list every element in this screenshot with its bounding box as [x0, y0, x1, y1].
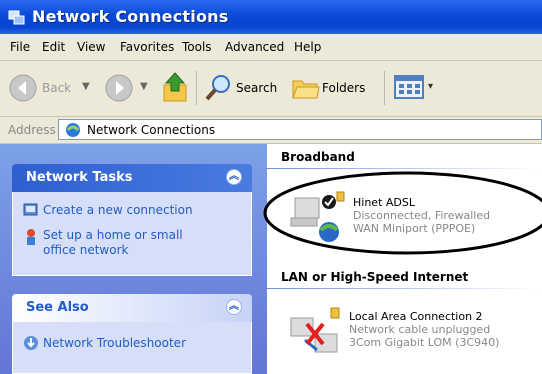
network-connections-icon — [8, 10, 25, 25]
connection-name: Hinet ADSL — [353, 196, 415, 209]
menu-edit[interactable]: Edit — [42, 40, 65, 54]
window-title: Network Connections — [32, 7, 229, 26]
collapse-chevron-icon[interactable]: ︽ — [226, 169, 242, 185]
setup-home-network-link[interactable]: Set up a home or small office network — [43, 228, 183, 258]
folders-label: Folders — [322, 81, 366, 95]
network-troubleshooter-link[interactable]: Network Troubleshooter — [43, 336, 186, 351]
folders-button[interactable]: Folders — [290, 73, 365, 106]
views-dropdown-icon[interactable]: ▾ — [428, 81, 433, 92]
forward-dropdown-icon[interactable]: ▼ — [140, 81, 148, 92]
menu-tools[interactable]: Tools — [182, 40, 212, 54]
address-field[interactable]: Network Connections — [58, 119, 542, 140]
group-divider — [267, 288, 542, 289]
connection-details: Local Area Connection 2 Network cable un… — [349, 310, 499, 349]
views-button[interactable] — [394, 75, 424, 102]
connection-item[interactable]: Hinet ADSL Disconnected, Firewalled WAN … — [267, 174, 542, 254]
task-line: Set up a home or small — [43, 228, 183, 242]
create-connection-link[interactable]: Create a new connection — [43, 203, 193, 218]
menu-file[interactable]: File — [10, 40, 30, 54]
address-label: Address — [8, 123, 56, 137]
home-network-icon — [27, 229, 35, 245]
broadband-connection-icon — [290, 191, 345, 242]
task-pane: Network Tasks ︽ Create a new connection … — [0, 144, 267, 374]
back-dropdown-icon[interactable]: ▼ — [82, 81, 90, 92]
search-label: Search — [236, 81, 278, 95]
toolbar-separator — [384, 71, 385, 105]
connection-name: Local Area Connection 2 — [349, 310, 483, 323]
connection-status: Disconnected, Firewalled — [353, 209, 491, 222]
network-tasks-header[interactable]: Network Tasks ︽ — [12, 164, 252, 192]
network-tasks-title: Network Tasks — [26, 170, 133, 185]
connection-status: Network cable unplugged — [349, 323, 491, 336]
forward-arrow-icon — [105, 74, 133, 102]
group-header-lan: LAN or High-Speed Internet — [281, 270, 469, 284]
connections-list: Broadband Hinet ADSL Disconnected, Firew… — [267, 144, 542, 374]
search-button[interactable]: Search — [204, 73, 277, 106]
troubleshooter-icon — [24, 336, 38, 350]
search-icon — [205, 75, 230, 101]
network-tasks-body: Create a new connection Set up a home or… — [12, 192, 252, 276]
views-icon — [394, 75, 424, 99]
see-also-body: Network Troubleshooter — [12, 322, 252, 374]
back-label: Back — [42, 81, 72, 95]
connection-device: 3Com Gigabit LOM (3C940) — [349, 336, 500, 349]
see-also-title: See Also — [26, 300, 89, 315]
toolbar-separator — [196, 71, 197, 105]
forward-button[interactable] — [104, 73, 134, 106]
address-value: Network Connections — [87, 123, 216, 137]
title-bar[interactable]: Network Connections — [0, 0, 542, 34]
menu-bar: File Edit View Favorites Tools Advanced … — [0, 34, 542, 61]
address-bar: Address Network Connections — [0, 117, 542, 144]
collapse-chevron-icon[interactable]: ︽ — [226, 299, 242, 315]
network-connections-icon — [66, 123, 80, 137]
folders-icon — [292, 80, 320, 99]
connection-item[interactable]: Local Area Connection 2 Network cable un… — [267, 294, 542, 374]
back-button[interactable]: Back — [8, 73, 71, 106]
menu-help[interactable]: Help — [294, 40, 321, 54]
see-also-header[interactable]: See Also ︽ — [12, 294, 252, 322]
new-connection-icon — [23, 203, 38, 216]
group-divider — [267, 168, 542, 169]
connection-device: WAN Miniport (PPPOE) — [353, 222, 476, 235]
group-header-broadband: Broadband — [281, 150, 355, 164]
menu-advanced[interactable]: Advanced — [225, 40, 284, 54]
menu-view[interactable]: View — [77, 40, 105, 54]
task-line: office network — [43, 243, 129, 257]
back-arrow-icon — [9, 74, 37, 102]
lan-connection-icon — [290, 307, 340, 353]
menu-favorites[interactable]: Favorites — [120, 40, 174, 54]
toolbar: Back ▼ ▼ Search Folders ▾ — [0, 61, 542, 117]
connection-details: Hinet ADSL Disconnected, Firewalled WAN … — [353, 196, 490, 235]
up-folder-button[interactable] — [160, 71, 190, 108]
up-folder-icon — [163, 72, 187, 102]
